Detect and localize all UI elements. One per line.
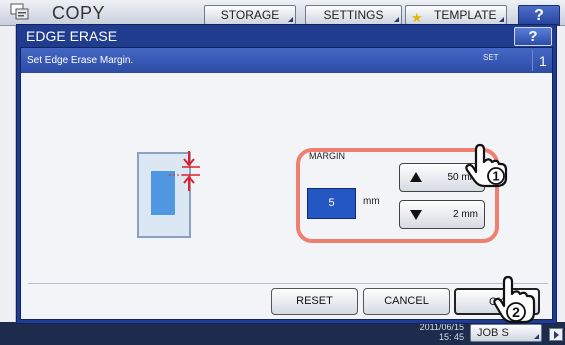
copy-screen: COPY STORAGE SETTINGS ★ TEMPLATE ? 2011/… [0, 0, 565, 345]
set-label: SET [483, 53, 499, 62]
background-panel-left [0, 26, 16, 326]
top-bar: COPY STORAGE SETTINGS ★ TEMPLATE ? [0, 0, 565, 27]
next-arrow-icon[interactable] [549, 328, 563, 341]
copy-icon [10, 3, 29, 20]
margin-arrows-icon [169, 151, 200, 191]
hand-pointer-icon: 1 [465, 143, 508, 188]
instruction-text: Set Edge Erase Margin. [27, 55, 134, 66]
step-1-number: 1 [492, 169, 499, 184]
margin-value-field[interactable]: 5 [307, 188, 356, 219]
cancel-button[interactable]: CANCEL [363, 288, 450, 315]
dialog-help-button[interactable]: ? [514, 27, 552, 46]
date-time: 2011/06/15 15: 45 [408, 322, 464, 342]
storage-button-label: STORAGE [220, 8, 280, 22]
margin-decrease-button[interactable]: 2 mm [399, 200, 485, 229]
corner-marker-icon [534, 334, 539, 339]
job-status-label: JOB S [477, 327, 509, 339]
margin-unit: mm [363, 196, 380, 207]
up-arrow-icon [410, 172, 422, 182]
background-panel-right [556, 26, 565, 326]
hand-pointer-icon: 2 [493, 275, 536, 324]
template-button[interactable]: ★ TEMPLATE [405, 5, 507, 25]
job-status-button[interactable]: JOB S [470, 324, 542, 342]
dialog-title: EDGE ERASE [26, 28, 118, 44]
set-number: 1 [539, 53, 547, 69]
corner-marker-icon [288, 17, 293, 22]
reset-button[interactable]: RESET [271, 288, 358, 315]
corner-marker-icon [394, 17, 399, 22]
settings-button[interactable]: SETTINGS [305, 5, 402, 25]
step-2-number: 2 [512, 304, 520, 320]
storage-button[interactable]: STORAGE [204, 5, 296, 25]
corner-marker-icon [499, 17, 504, 22]
divider [28, 283, 548, 284]
template-button-label: TEMPLATE [434, 8, 497, 22]
down-arrow-icon [410, 210, 422, 220]
instruction-bar: Set Edge Erase Margin. SET 1 [21, 48, 552, 73]
app-title: COPY [52, 3, 106, 23]
min-value-label: 2 mm [453, 209, 478, 220]
time-label: 15: 45 [438, 332, 464, 342]
settings-button-label: SETTINGS [323, 8, 384, 22]
margin-label: MARGIN [309, 151, 345, 161]
divider [532, 50, 533, 71]
